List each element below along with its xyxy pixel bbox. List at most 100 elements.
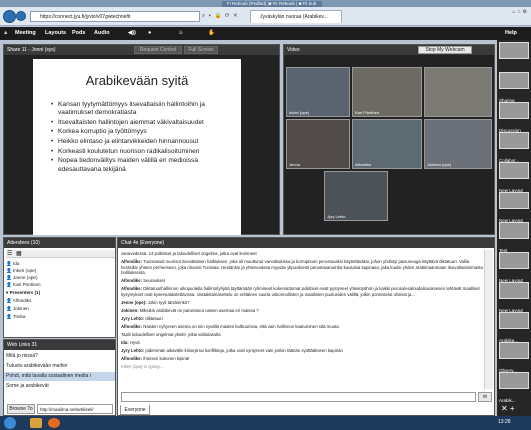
menu-pods[interactable]: Pods (72, 30, 85, 36)
menu-meeting[interactable]: Meeting (15, 30, 36, 36)
browse-to-button[interactable]: Browse To (7, 404, 35, 414)
chat-input[interactable] (121, 392, 476, 402)
adobe-logo-icon: ▲ (3, 30, 9, 36)
full-screen-button[interactable]: Full Screen (184, 46, 218, 54)
attendee-row[interactable]: 👤 Kari Pöntinen (6, 282, 41, 288)
web-links-header: Web Links 31 (4, 340, 115, 350)
presenters-group[interactable]: ▾ Presenters (1) (6, 290, 40, 296)
video-tile (424, 67, 492, 117)
slide-bullet: Kansan tyytymättömyys itsevaltaisiin hal… (51, 101, 237, 118)
stop-webcam-button[interactable]: Stop My Webcam (418, 46, 472, 54)
slide-bullet: Nopea tiedonvälitys maiden välillä eri m… (51, 157, 237, 174)
chat-title: Chat 4s (Everyone) (121, 240, 165, 246)
layout-thumbnail (499, 72, 529, 89)
list-view-icon[interactable]: ☰ (7, 250, 12, 257)
layout-thumbnail (499, 342, 529, 359)
chat-message: Jyry Lehto: diktatuuri (121, 315, 163, 321)
layout-thumbnail (499, 372, 529, 389)
back-icon[interactable] (3, 10, 16, 23)
start-icon[interactable] (4, 417, 16, 429)
typing-indicator: Inkeri (ope) is typing... (121, 363, 164, 369)
layout-thumbnail (499, 42, 529, 59)
attendees-pod: Attendees (10) ☰ ▦ 👤 Ida 👤 Inkeri (ope) … (3, 237, 116, 338)
chat-message: Ida: Hyvä (121, 339, 140, 345)
address-controls[interactable]: ⌕ ▾ 🔒 ⟳ ✕ (202, 11, 248, 22)
menu-help[interactable]: Help (505, 30, 517, 36)
browser-window-icons[interactable]: ⌂ ☆ ⚙ (470, 9, 530, 15)
layout-thumbnail (499, 282, 529, 299)
clock: 13:28 (498, 419, 511, 425)
chat-message: Alfondiks: Seuraukset (121, 278, 165, 284)
layout-thumbnail (499, 222, 529, 239)
chat-message: Alfondiks: Ihmisen kokonen kipinä! (121, 355, 190, 361)
slide-bullets: Kansan tyytymättömyys itsevaltaisiin hal… (51, 101, 237, 175)
attendee-row[interactable]: 👤 Inkeri (ope) (6, 268, 36, 274)
windows-taskbar: 13:28 (0, 416, 531, 430)
layout-thumbnail (499, 252, 529, 269)
chat-message: Alfondiks: Naisten nyhyreen asema on nii… (121, 323, 340, 329)
share-pod-title: Share 11 - Jonni (sys) (7, 47, 56, 53)
chat-message: Taalii taloudelliset ongelmat yksilö- je… (121, 331, 221, 337)
web-link-url-field[interactable]: http://maailma.net/artikkeli/ (37, 404, 113, 414)
chat-message: Alfondiks: Tunisiassal nuorisot itsevalt… (121, 258, 483, 276)
video-tile: Kari Pöntinen (352, 67, 422, 117)
explorer-icon[interactable] (30, 418, 42, 428)
attendee-row[interactable]: 👤 Ida (6, 261, 19, 267)
web-link-item-selected[interactable]: Pohdi, mitä tavalla sosiaalinen media r (4, 372, 115, 381)
attendee-row[interactable]: 👤 Alfondiks (6, 298, 31, 304)
request-control-button[interactable]: Request Control (134, 46, 182, 54)
layout-thumbnail (499, 312, 529, 329)
layout-thumbnail (499, 132, 529, 149)
connect-menu-bar: ▲ Meeting Layouts Pods Audio ◀)) ● ☺ ✋ H… (0, 27, 531, 40)
attendees-toolbar: ☰ ▦ (6, 250, 115, 258)
web-links-title: Web Links 31 (7, 342, 38, 348)
attendees-title: Attendees (10) (7, 240, 40, 246)
layout-thumbnail (499, 102, 529, 119)
video-tile: Inkeri (ope) (286, 67, 350, 117)
attendees-pod-header: Attendees (10) (4, 238, 115, 248)
firefox-icon[interactable] (48, 418, 60, 428)
forward-icon[interactable] (16, 11, 26, 21)
layouts-bar: Sharing Discussion Collabor... New Layou… (497, 40, 531, 416)
slide-bullet: Itsevaltaisten hallintojen aiemmat väkiv… (51, 119, 237, 128)
chat-messages: vanavedessä. 13 poliittiset ja taloudell… (121, 251, 483, 389)
web-links-pod: Web Links 31 Mitä jo missä? Tutustu arab… (3, 339, 116, 416)
chat-message: vanavedessä. 13 poliittiset ja taloudell… (121, 251, 257, 256)
presentation-slide: Arabikevään syitä Kansan tyytymättömyys … (33, 59, 241, 235)
chat-tab-everyone[interactable]: Everyone (120, 405, 150, 415)
video-tile: Jyry Lehto (324, 171, 388, 221)
attendee-row[interactable]: 👤 Timba (6, 314, 26, 320)
mic-icon[interactable]: ● (148, 30, 151, 36)
speaker-icon[interactable]: ◀)) (128, 30, 136, 36)
add-layout-icon[interactable]: ✕ + (501, 404, 515, 413)
grid-view-icon[interactable]: ▦ (16, 250, 22, 257)
chat-message: Jenne (ope): Jokin tyyli täniäinnkö? (121, 299, 190, 305)
menu-layouts[interactable]: Layouts (45, 30, 66, 36)
browser-toolbar: https://connect.jyu.fi/jyvio/v07gwtechne… (0, 7, 531, 26)
status-icon[interactable]: ☺ (178, 30, 184, 36)
attendee-row[interactable]: 👤 Jokinen (6, 306, 29, 312)
attendee-row[interactable]: 👤 Janne (ope) (6, 275, 38, 281)
share-pod: Share 11 - Jonni (sys) Request Control F… (3, 44, 280, 235)
layout-thumbnail (499, 162, 529, 179)
video-tile: Alfondiks (352, 119, 422, 169)
menu-audio[interactable]: Audio (94, 30, 110, 36)
browser-tab[interactable]: Jyväskylän nuoraa (Arabikev... (250, 10, 342, 23)
slide-bullet: Korkea korruptio ja työttömyys (51, 128, 237, 137)
chat-pod: Chat 4s (Everyone) vanavedessä. 13 polii… (117, 237, 495, 416)
raise-hand-icon[interactable]: ✋ (208, 30, 215, 36)
layout-item[interactable]: Arabik... (497, 370, 531, 406)
slide-title: Arabikevään syitä (85, 73, 189, 88)
chat-message: Jyry Lehto: pidemmän aikavälin kriisejä … (121, 347, 343, 353)
web-link-item[interactable]: Some ja arabikevät (6, 383, 49, 389)
web-link-item[interactable]: Mitä jo missä? (6, 353, 38, 359)
chat-scrollbar[interactable] (484, 250, 493, 389)
web-link-item[interactable]: Tutustu arabikevään maihin (6, 363, 67, 369)
send-icon[interactable]: ✉ (478, 392, 492, 402)
address-bar[interactable]: https://connect.jyu.fi/jyvio/v07gwtechne… (30, 11, 200, 22)
slide-bullet: Heikko elintaso ja elintarvikkeiden hinn… (51, 138, 237, 147)
chat-message: Jokinen: Miksikin arabikevät on parantan… (121, 307, 259, 313)
video-tile: Jenna (286, 119, 350, 169)
video-pod: Video Stop My Webcam Inkeri (ope) Kari P… (283, 44, 495, 235)
video-pod-title: Video (287, 47, 300, 53)
